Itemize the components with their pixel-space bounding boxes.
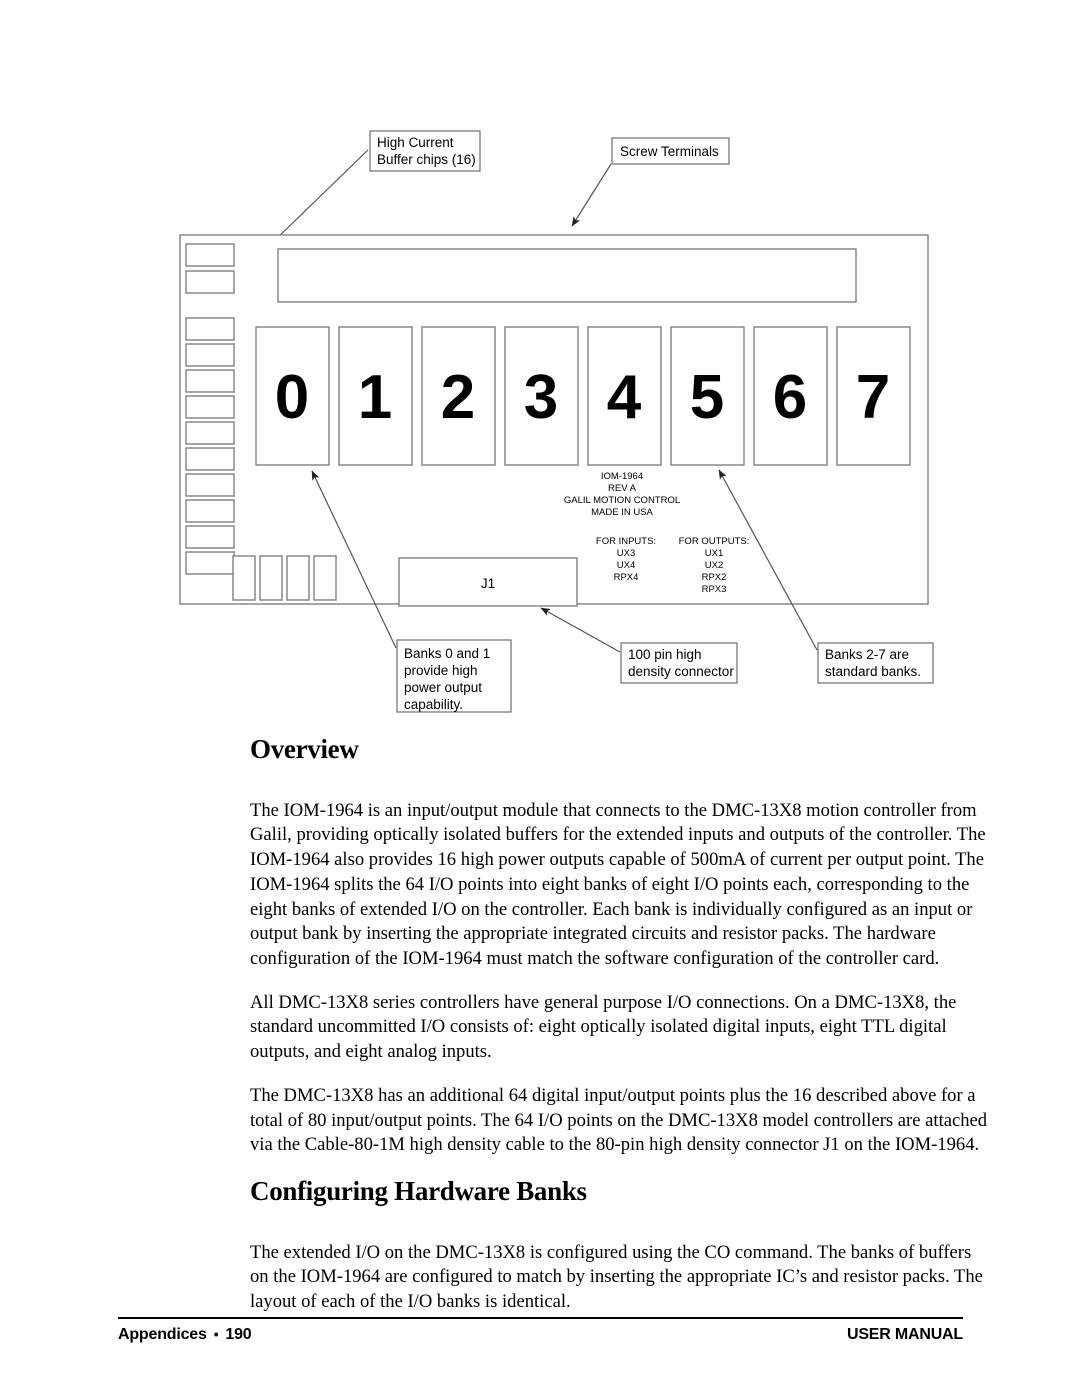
footer-left: Appendices • 190 bbox=[118, 1326, 252, 1344]
io-bank-2-label: 2 bbox=[441, 363, 475, 432]
silkscreen-part-number: IOM-1964 bbox=[601, 471, 643, 482]
page: High Current Buffer chips (16) Screw Ter… bbox=[0, 0, 1080, 1397]
io-bank-6-label: 6 bbox=[773, 363, 807, 432]
io-bank-1-label: 1 bbox=[358, 363, 392, 432]
overview-paragraph-1: The IOM-1964 is an input/output module t… bbox=[250, 799, 986, 969]
callout-high-current-line1: High Current bbox=[377, 135, 454, 150]
j1-connector-label: J1 bbox=[481, 576, 495, 591]
io-bank-7: 7 bbox=[836, 326, 911, 466]
io-bank-0: 0 bbox=[255, 326, 330, 466]
callout-banks27-line2: standard banks. bbox=[825, 664, 921, 679]
io-bank-6: 6 bbox=[753, 326, 828, 466]
io-bank-5-label: 5 bbox=[690, 363, 724, 432]
io-bank-4: 4 bbox=[587, 326, 662, 466]
silkscreen-input-part-0: UX3 bbox=[617, 548, 635, 559]
footer-manual-label: USER MANUAL bbox=[846, 1326, 963, 1343]
callout-100-pin-connector: 100 pin high density connector bbox=[540, 607, 738, 684]
silkscreen-company: GALIL MOTION CONTROL bbox=[564, 495, 680, 506]
footer-separator-icon: • bbox=[213, 1326, 219, 1342]
io-bank-4-label: 4 bbox=[607, 363, 642, 432]
silkscreen-output-part-2: RPX2 bbox=[702, 572, 727, 583]
callout-banks01-line2: provide high bbox=[404, 663, 478, 678]
silkscreen-output-part-3: RPX3 bbox=[702, 584, 727, 595]
overview-paragraph-2: All DMC-13X8 series controllers have gen… bbox=[250, 991, 957, 1063]
silkscreen-output-part-1: UX2 bbox=[705, 560, 723, 571]
io-bank-1: 1 bbox=[338, 326, 413, 466]
silkscreen-inputs-header: FOR INPUTS: bbox=[596, 536, 656, 547]
configuring-hardware-banks-heading: Configuring Hardware Banks bbox=[250, 1176, 587, 1207]
callout-banks01-line3: power output bbox=[404, 680, 482, 695]
overview-heading: Overview bbox=[250, 734, 359, 764]
callout-connector-line2: density connector bbox=[628, 664, 734, 679]
iom-1964-board-figure: High Current Buffer chips (16) Screw Ter… bbox=[0, 0, 1080, 720]
io-bank-2: 2 bbox=[421, 326, 496, 466]
callout-banks01-line4: capability. bbox=[404, 697, 463, 712]
callout-screw-terminals: Screw Terminals bbox=[571, 137, 730, 227]
io-bank-5: 5 bbox=[670, 326, 745, 466]
io-bank-7-label: 7 bbox=[856, 363, 890, 432]
screw-terminal-strip bbox=[277, 248, 857, 303]
configuring-paragraph-1: The extended I/O on the DMC-13X8 is conf… bbox=[250, 1241, 983, 1313]
silkscreen-output-part-0: UX1 bbox=[705, 548, 723, 559]
silkscreen-origin: MADE IN USA bbox=[591, 507, 653, 518]
overview-paragraph-3: The DMC-13X8 has an additional 64 digita… bbox=[250, 1084, 988, 1156]
io-bank-3-label: 3 bbox=[524, 363, 558, 432]
silkscreen-input-part-1: UX4 bbox=[617, 560, 635, 571]
footer-page-number: 190 bbox=[225, 1326, 252, 1343]
callout-banks27-line1: Banks 2-7 are bbox=[825, 647, 909, 662]
silkscreen-input-part-2: RPX4 bbox=[614, 572, 639, 583]
page-footer: Appendices • 190 USER MANUAL bbox=[118, 1317, 963, 1344]
callout-banks01-line1: Banks 0 and 1 bbox=[404, 646, 490, 661]
callout-high-current-line2: Buffer chips (16) bbox=[377, 152, 476, 167]
callout-screw-terminals-label: Screw Terminals bbox=[620, 144, 719, 159]
leader-line-screw-terminals bbox=[571, 163, 612, 227]
j1-connector: J1 bbox=[398, 557, 578, 607]
footer-section-label: Appendices bbox=[118, 1326, 207, 1343]
document-body: Overview The IOM-1964 is an input/output… bbox=[250, 734, 992, 1334]
callout-connector-line1: 100 pin high bbox=[628, 647, 702, 662]
silkscreen-revision: REV A bbox=[608, 483, 637, 494]
silkscreen-outputs-header: FOR OUTPUTS: bbox=[679, 536, 750, 547]
io-bank-3: 3 bbox=[504, 326, 579, 466]
io-bank-0-label: 0 bbox=[275, 363, 309, 432]
leader-line-connector bbox=[540, 607, 621, 653]
